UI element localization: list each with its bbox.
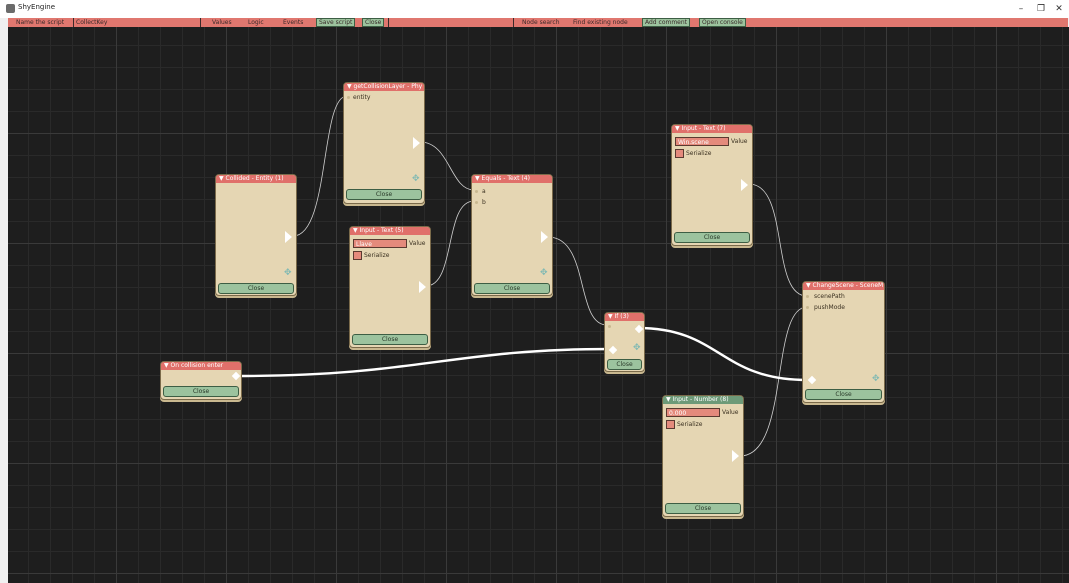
node-search-button[interactable]: Node search xyxy=(522,18,560,27)
input-port-icon[interactable] xyxy=(806,306,809,309)
script-name-label: Name the script xyxy=(16,19,65,26)
exec-output-port-icon[interactable] xyxy=(231,371,241,381)
node-input-text-7[interactable]: ▼ Input - Text (7) Win.scene Value Seria… xyxy=(671,124,753,246)
output-port-icon[interactable] xyxy=(541,231,548,243)
node-title[interactable]: ▼ Input - Text (7) xyxy=(672,125,752,133)
close-window-button[interactable]: ✕ xyxy=(1052,2,1066,16)
input-port-icon[interactable] xyxy=(475,201,478,204)
close-node-button[interactable]: Close xyxy=(346,189,422,200)
window-title: ShyEngine xyxy=(18,3,56,11)
script-name-input[interactable]: CollectKey xyxy=(73,18,201,27)
values-menu[interactable]: Values xyxy=(212,18,232,27)
exec-input-port-icon[interactable] xyxy=(608,345,618,355)
node-input-text-5[interactable]: ▼ Input - Text (5) Llave Value Serialize… xyxy=(349,226,431,348)
open-console-button[interactable]: Open console xyxy=(699,18,746,27)
exec-output-port-icon[interactable] xyxy=(634,324,644,334)
close-script-button[interactable]: Close xyxy=(362,18,385,27)
output-port-icon[interactable] xyxy=(285,231,292,243)
value-label: Value xyxy=(409,240,426,247)
move-icon[interactable]: ✥ xyxy=(284,269,292,278)
value-input[interactable]: 0.000 xyxy=(666,408,720,417)
move-icon[interactable]: ✥ xyxy=(540,269,548,278)
node-title[interactable]: ▼ On collision enter xyxy=(161,362,241,370)
input-port-icon[interactable] xyxy=(347,96,350,99)
close-node-button[interactable]: Close xyxy=(218,283,294,294)
input-port-icon[interactable] xyxy=(475,190,478,193)
output-port-icon[interactable] xyxy=(413,137,420,149)
node-title[interactable]: ▼ getCollisionLayer - Phy xyxy=(344,83,424,91)
minimize-button[interactable]: – xyxy=(1014,2,1028,16)
node-title[interactable]: ▼ Equals - Text (4) xyxy=(472,175,552,183)
value-input[interactable]: Win.scene xyxy=(675,137,729,146)
input-port-icon[interactable] xyxy=(608,325,611,328)
node-get-collision-layer[interactable]: ▼ getCollisionLayer - Phy entity ✥ Close xyxy=(343,82,425,204)
value-label: Value xyxy=(731,138,748,145)
node-input-number-8[interactable]: ▼ Input - Number (8) 0.000 Value Seriali… xyxy=(662,395,744,517)
window-titlebar: ShyEngine – ❐ ✕ xyxy=(0,0,1069,18)
output-port-icon[interactable] xyxy=(741,179,748,191)
close-node-button[interactable]: Close xyxy=(674,232,750,243)
node-title[interactable]: ▼ Input - Text (5) xyxy=(350,227,430,235)
port-label-push-mode: pushMode xyxy=(814,304,845,311)
exec-input-port-icon[interactable] xyxy=(807,375,817,385)
node-graph-canvas[interactable] xyxy=(8,27,1069,583)
close-node-button[interactable]: Close xyxy=(607,359,642,370)
add-comment-button[interactable]: Add comment xyxy=(642,18,691,27)
serialize-checkbox[interactable] xyxy=(666,420,675,429)
node-title[interactable]: ▼ Collided - Entity (1) xyxy=(216,175,296,183)
toolbar-spacer xyxy=(388,18,514,27)
node-on-collision-enter[interactable]: ▼ On collision enter Close xyxy=(160,361,242,400)
node-if-3[interactable]: ▼ If (3) ✥ Close xyxy=(604,312,645,372)
find-existing-node-button[interactable]: Find existing node xyxy=(573,18,628,27)
port-label-scene-path: scenePath xyxy=(814,293,845,300)
node-title[interactable]: ▼ Input - Number (8) xyxy=(663,396,743,404)
node-title[interactable]: ▼ If (3) xyxy=(605,313,644,321)
app-icon xyxy=(6,4,15,13)
serialize-checkbox[interactable] xyxy=(675,149,684,158)
port-label-entity: entity xyxy=(353,94,371,101)
serialize-label: Serialize xyxy=(686,150,712,157)
logic-menu[interactable]: Logic xyxy=(248,18,264,27)
node-title[interactable]: ▼ ChangeScene - SceneM xyxy=(803,282,884,290)
move-icon[interactable]: ✥ xyxy=(412,175,420,184)
save-script-button[interactable]: Save script xyxy=(316,18,356,27)
events-menu[interactable]: Events xyxy=(283,18,303,27)
output-port-icon[interactable] xyxy=(732,450,739,462)
value-input[interactable]: Llave xyxy=(353,239,407,248)
node-collided-entity[interactable]: ▼ Collided - Entity (1) ✥ Close xyxy=(215,174,297,296)
serialize-label: Serialize xyxy=(364,252,390,259)
output-port-icon[interactable] xyxy=(419,281,426,293)
input-port-icon[interactable] xyxy=(806,295,809,298)
move-icon[interactable]: ✥ xyxy=(872,375,880,384)
serialize-label: Serialize xyxy=(677,421,703,428)
port-label-b: b xyxy=(482,199,486,206)
port-label-a: a xyxy=(482,188,486,195)
close-node-button[interactable]: Close xyxy=(352,334,428,345)
close-node-button[interactable]: Close xyxy=(163,386,239,397)
close-node-button[interactable]: Close xyxy=(665,503,741,514)
value-label: Value xyxy=(722,409,739,416)
close-node-button[interactable]: Close xyxy=(474,283,550,294)
node-equals-text-4[interactable]: ▼ Equals - Text (4) a b ✥ Close xyxy=(471,174,553,296)
serialize-checkbox[interactable] xyxy=(353,251,362,260)
close-node-button[interactable]: Close xyxy=(805,389,882,400)
node-change-scene[interactable]: ▼ ChangeScene - SceneM scenePath pushMod… xyxy=(802,281,885,403)
maximize-button[interactable]: ❐ xyxy=(1034,2,1048,16)
move-icon[interactable]: ✥ xyxy=(633,344,641,353)
